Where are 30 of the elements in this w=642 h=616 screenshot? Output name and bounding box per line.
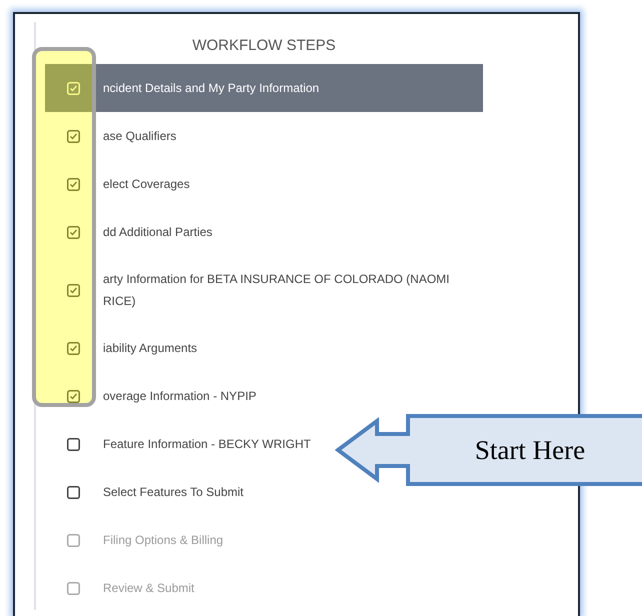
workflow-step[interactable]: Select Features To Submit xyxy=(45,468,264,516)
workflow-step[interactable]: ncident Details and My Party Information xyxy=(45,64,483,112)
step-label: Feature Information - BECKY WRIGHT xyxy=(103,436,311,453)
checked-checkbox-icon[interactable] xyxy=(67,130,80,142)
checked-checkbox-icon[interactable] xyxy=(67,226,80,238)
checked-checkbox-icon[interactable] xyxy=(67,178,80,190)
checkbox-icon[interactable] xyxy=(67,486,80,498)
step-label: overage Information - NYPIP xyxy=(103,388,256,405)
step-label: iability Arguments xyxy=(103,340,198,357)
callout-text: Start Here xyxy=(474,434,586,466)
step-label: Review & Submit xyxy=(103,580,194,597)
step-label: dd Additional Parties xyxy=(103,224,212,241)
step-label: ase Qualifiers xyxy=(103,128,176,145)
workflow-step[interactable]: overage Information - NYPIP xyxy=(45,372,276,420)
step-label: ncident Details and My Party Information xyxy=(103,80,320,97)
workflow-step[interactable]: iability Arguments xyxy=(45,324,218,372)
step-label: elect Coverages xyxy=(103,176,190,193)
panel-title: WORKFLOW STEPS xyxy=(192,36,336,56)
checked-checkbox-icon[interactable] xyxy=(67,284,80,296)
workflow-step[interactable]: arty Information for BETA INSURANCE OF COLORADO (NAOMI RICE) xyxy=(45,256,483,324)
step-label: arty Information for BETA INSURANCE OF COLORADO (NAOMI RICE) xyxy=(103,271,451,310)
workflow-step[interactable]: Feature Information - BECKY WRIGHT xyxy=(45,420,331,468)
workflow-step[interactable]: ase Qualifiers xyxy=(45,112,196,160)
step-label: Select Features To Submit xyxy=(103,484,244,501)
workflow-step[interactable]: dd Additional Parties xyxy=(45,208,232,256)
step-label: Filing Options & Billing xyxy=(103,532,224,549)
checked-checkbox-icon[interactable] xyxy=(67,390,80,402)
workflow-step[interactable]: elect Coverages xyxy=(45,160,210,208)
checkbox-icon[interactable] xyxy=(67,438,80,450)
checked-checkbox-icon[interactable] xyxy=(67,342,80,354)
